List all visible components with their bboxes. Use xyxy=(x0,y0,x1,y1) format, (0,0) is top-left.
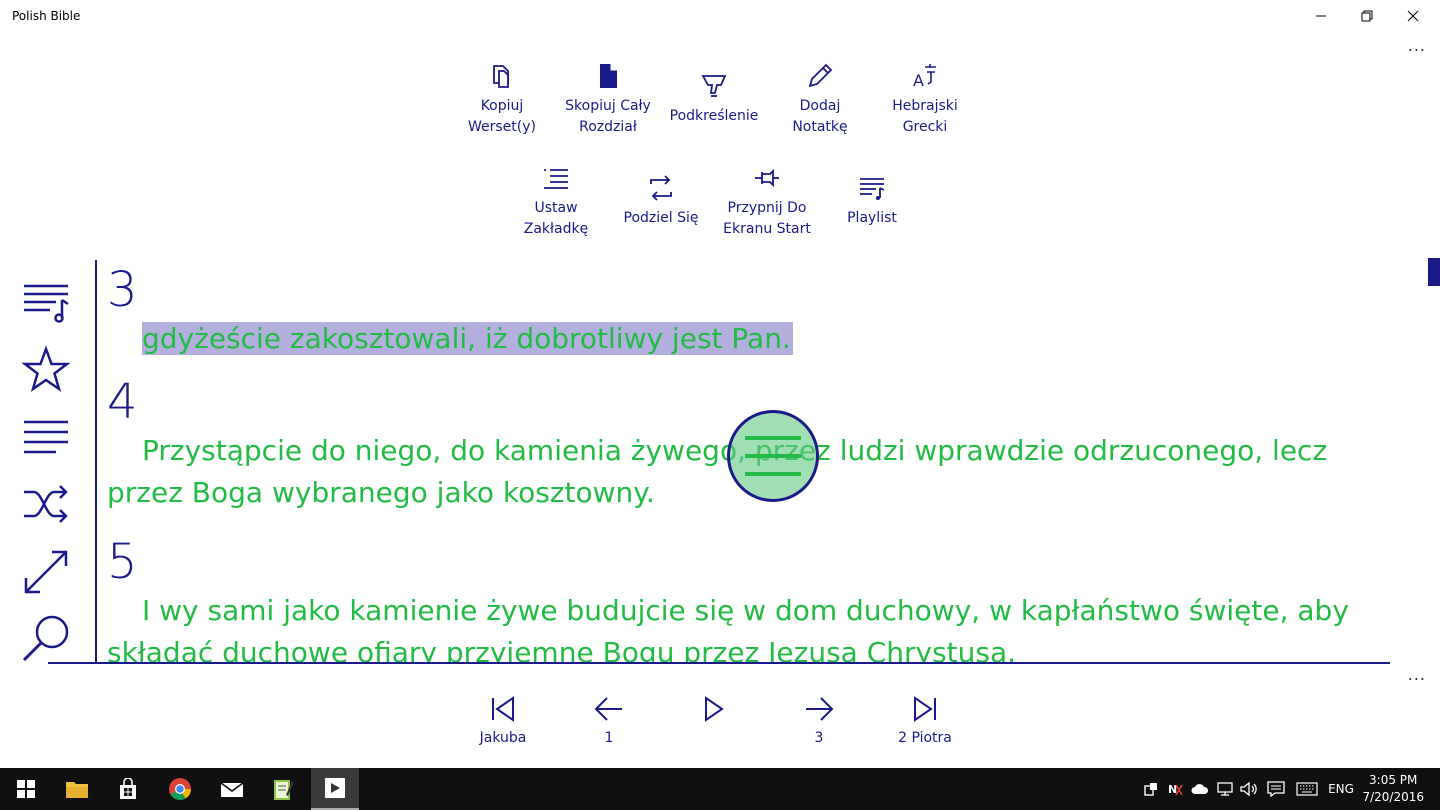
windows-icon xyxy=(17,780,35,798)
nav-next-label: 3 xyxy=(814,730,824,746)
verse-number: 5 xyxy=(107,534,138,590)
taskbar: N ENG 3:05 PM 7/20/2016 xyxy=(0,768,1440,810)
notification-icon xyxy=(1267,781,1285,797)
volume-icon xyxy=(1240,781,1257,797)
sidebar-favorites-button[interactable] xyxy=(20,344,72,396)
sidebar-shuffle-button[interactable] xyxy=(20,478,72,530)
onenote-icon: N xyxy=(1168,783,1183,796)
copy-verses-button[interactable]: Kopiuj Werset(y) xyxy=(452,62,552,138)
content-divider xyxy=(48,662,1390,664)
verse-text[interactable]: gdyżeście zakosztowali, iż dobrotliwy je… xyxy=(107,318,1397,360)
nav-play-button[interactable] xyxy=(664,694,764,730)
highlight-button[interactable]: Podkreślenie xyxy=(664,72,764,127)
nav-first-book-button[interactable]: Jakuba xyxy=(453,694,553,746)
app-title: Polish Bible xyxy=(12,9,81,23)
floating-menu-button[interactable] xyxy=(727,410,819,502)
nav-next-book-button[interactable]: 2 Piotra xyxy=(875,694,975,746)
notepad-icon xyxy=(274,780,294,800)
nav-first-label: Jakuba xyxy=(479,730,527,746)
more-options-top-button[interactable]: ... xyxy=(1408,36,1426,55)
tray-action-center[interactable] xyxy=(1264,768,1288,810)
taskbar-clock[interactable]: 3:05 PM 7/20/2016 xyxy=(1362,772,1424,806)
search-icon xyxy=(22,615,69,662)
skip-back-icon xyxy=(492,696,514,722)
pencil-icon xyxy=(808,63,833,88)
resize-icon xyxy=(24,550,68,594)
minimize-icon xyxy=(1316,15,1326,17)
taskbar-polish-bible[interactable] xyxy=(311,768,359,810)
sidebar-fullscreen-button[interactable] xyxy=(20,546,72,598)
clock-time: 3:05 PM xyxy=(1369,773,1418,787)
sidebar-playlist-button[interactable] xyxy=(20,274,72,326)
translate-icon: A xyxy=(913,64,936,90)
restore-button[interactable] xyxy=(1344,0,1390,32)
tray-network[interactable] xyxy=(1214,768,1236,810)
scrollbar-thumb[interactable] xyxy=(1428,258,1440,286)
start-button[interactable] xyxy=(2,768,50,810)
chrome-icon xyxy=(169,778,191,800)
pin-icon xyxy=(755,168,779,188)
sidebar-search-button[interactable] xyxy=(20,612,72,664)
playlist-icon xyxy=(860,178,885,200)
close-button[interactable] xyxy=(1390,0,1436,32)
document-icon xyxy=(600,64,617,88)
clock-date: 7/20/2016 xyxy=(1362,790,1424,804)
minimize-button[interactable] xyxy=(1298,0,1344,32)
arrow-left-icon xyxy=(594,697,622,721)
cloud-icon xyxy=(1191,784,1209,794)
store-icon xyxy=(120,778,136,799)
shuffle-icon xyxy=(24,485,68,523)
bible-app-icon xyxy=(325,778,345,798)
copy-chapter-button[interactable]: Skopiuj Cały Rozdział xyxy=(558,62,658,138)
more-options-bottom-button[interactable]: ... xyxy=(1408,665,1426,684)
tray-tablet-mode[interactable] xyxy=(1140,768,1162,810)
app-window: Polish Bible ... Kopiuj Werset(y) Skopiu… xyxy=(0,0,1440,810)
tray-volume[interactable] xyxy=(1238,768,1260,810)
mail-icon xyxy=(220,782,244,797)
svg-text:A: A xyxy=(913,71,924,90)
list-icon xyxy=(544,169,568,189)
taskbar-store[interactable] xyxy=(104,768,152,810)
title-bar: Polish Bible xyxy=(0,0,1440,34)
keyboard-icon xyxy=(1296,782,1318,796)
highlighted-verse-text[interactable]: gdyżeście zakosztowali, iż dobrotliwy je… xyxy=(142,322,793,355)
star-icon xyxy=(21,345,71,393)
close-icon xyxy=(1407,10,1419,22)
highlighter-icon xyxy=(701,75,727,97)
arrow-right-icon xyxy=(806,697,834,721)
tray-onedrive[interactable] xyxy=(1188,768,1212,810)
network-icon xyxy=(1217,782,1233,796)
folder-icon xyxy=(66,782,88,798)
hebrew-greek-button[interactable]: A Hebrajski Grecki xyxy=(875,62,975,138)
nav-next-chapter-button[interactable]: 3 xyxy=(769,694,869,746)
add-note-button[interactable]: Dodaj Notatkę xyxy=(770,62,870,138)
sidebar-contents-button[interactable] xyxy=(20,408,72,460)
nav-prev-chapter-button[interactable]: 1 xyxy=(559,694,659,746)
verse-number: 3 xyxy=(107,262,138,318)
nav-last-label: 2 Piotra xyxy=(898,730,952,746)
sidebar-divider xyxy=(95,260,97,664)
set-bookmark-button[interactable]: Ustaw Zakładkę xyxy=(506,164,606,240)
restore-icon xyxy=(1361,10,1373,22)
pin-to-start-button[interactable]: Przypnij Do Ekranu Start xyxy=(717,164,817,240)
playlist-icon xyxy=(24,284,69,323)
tray-onenote[interactable]: N xyxy=(1164,768,1186,810)
play-icon xyxy=(705,696,724,722)
skip-forward-icon xyxy=(914,696,936,722)
share-button[interactable]: Podziel Się xyxy=(611,174,711,229)
taskbar-file-explorer[interactable] xyxy=(53,768,101,810)
verse-text[interactable]: I wy sami jako kamienie żywe budujcie si… xyxy=(107,590,1397,662)
playlist-button[interactable]: Playlist xyxy=(822,174,922,229)
nav-prev-label: 1 xyxy=(604,730,614,746)
share-icon xyxy=(650,175,672,201)
tray-language[interactable]: ENG xyxy=(1324,768,1358,810)
menu-icon xyxy=(745,436,801,476)
taskbar-notepad-app[interactable] xyxy=(259,768,307,810)
taskbar-chrome[interactable] xyxy=(156,768,204,810)
list-icon xyxy=(24,420,68,454)
taskbar-mail[interactable] xyxy=(208,768,256,810)
copy-icon xyxy=(493,65,509,88)
tray-keyboard[interactable] xyxy=(1292,768,1322,810)
devices-icon xyxy=(1144,783,1157,796)
